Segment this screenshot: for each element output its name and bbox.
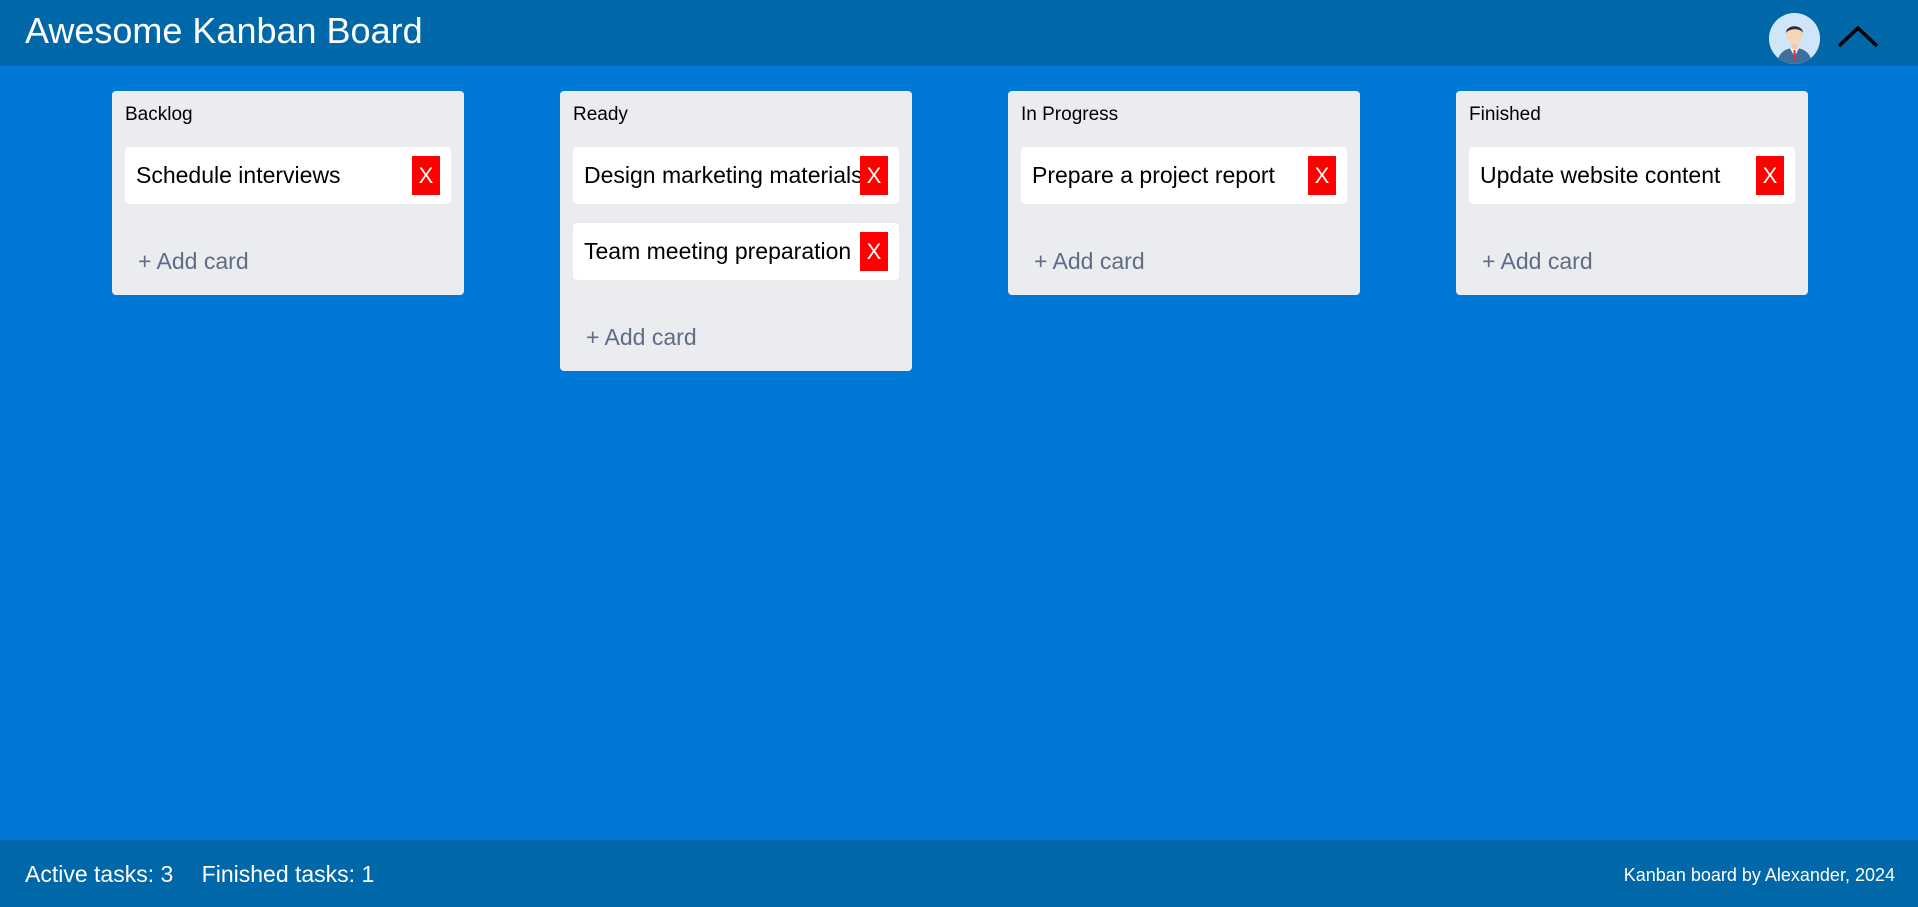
delete-card-button[interactable]: X (860, 232, 888, 271)
delete-card-button[interactable]: X (412, 156, 440, 195)
delete-card-button[interactable]: X (860, 156, 888, 195)
task-card[interactable]: Prepare a project report X (1021, 147, 1347, 204)
add-card-button[interactable]: + Add card (1034, 248, 1145, 275)
active-tasks-count: Active tasks: 3 (25, 861, 174, 887)
column-backlog: Backlog Schedule interviews X + Add card (112, 91, 464, 295)
add-card-button[interactable]: + Add card (1482, 248, 1593, 275)
chevron-up-icon[interactable] (1836, 22, 1880, 52)
user-avatar-icon[interactable] (1769, 13, 1820, 64)
task-card[interactable]: Update website content X (1469, 147, 1795, 204)
delete-card-button[interactable]: X (1756, 156, 1784, 195)
column-title: Ready (573, 104, 628, 125)
column-title: Finished (1469, 104, 1541, 125)
task-card[interactable]: Team meeting preparation X (573, 223, 899, 280)
column-ready: Ready Design marketing materials X Team … (560, 91, 912, 371)
app-footer: Active tasks: 3 Finished tasks: 1 Kanban… (0, 840, 1918, 907)
column-in-progress: In Progress Prepare a project report X +… (1008, 91, 1360, 295)
finished-tasks-count: Finished tasks: 1 (201, 861, 375, 887)
column-finished: Finished Update website content X + Add … (1456, 91, 1808, 295)
task-stats: Active tasks: 3 Finished tasks: 1 (25, 861, 396, 888)
card-text: Update website content (1480, 162, 1721, 188)
card-text: Team meeting preparation (584, 238, 852, 264)
column-title: Backlog (125, 104, 193, 125)
card-text: Schedule interviews (136, 162, 341, 188)
app-header: Awesome Kanban Board (0, 0, 1918, 66)
app-title: Awesome Kanban Board (25, 10, 423, 51)
footer-credit: Kanban board by Alexander, 2024 (1623, 865, 1895, 885)
card-text: Design marketing materials (584, 162, 863, 188)
column-title: In Progress (1021, 104, 1119, 125)
task-card[interactable]: Design marketing materials X (573, 147, 899, 204)
delete-card-button[interactable]: X (1308, 156, 1336, 195)
add-card-button[interactable]: + Add card (586, 324, 697, 351)
card-text: Prepare a project report (1032, 162, 1275, 188)
task-card[interactable]: Schedule interviews X (125, 147, 451, 204)
kanban-board: Backlog Schedule interviews X + Add card… (0, 66, 1918, 840)
add-card-button[interactable]: + Add card (138, 248, 249, 275)
